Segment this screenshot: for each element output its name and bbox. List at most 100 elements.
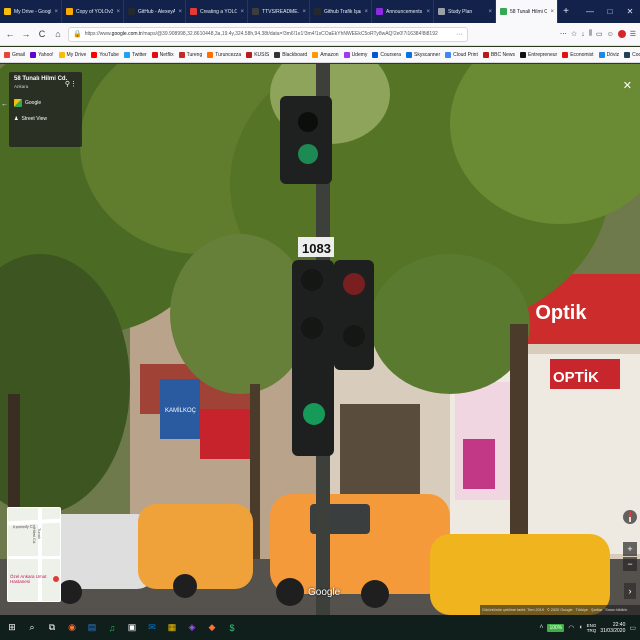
bookmark-item[interactable]: Udemy bbox=[343, 51, 367, 58]
forward-button[interactable]: → bbox=[20, 28, 32, 40]
taskbar-app-icon[interactable]: ⌕ bbox=[24, 620, 40, 636]
street-view-panorama[interactable]: KAMİLKOÇ ...a & Optik OPTİK 1083 58 Tuna… bbox=[0, 64, 640, 615]
tab-title: Github Trafik Işareti... bbox=[324, 8, 361, 15]
start-button[interactable]: ⊞ bbox=[4, 620, 20, 636]
taskbar-app-icon[interactable]: ▦ bbox=[164, 620, 180, 636]
bookmark-favicon-icon bbox=[58, 51, 65, 58]
bookmark-item[interactable]: Coursera bbox=[372, 51, 401, 58]
expand-arrow-icon[interactable]: › bbox=[624, 583, 636, 599]
bookmark-item[interactable]: Skyscanner bbox=[405, 51, 440, 58]
notification-icon[interactable]: ▭ bbox=[629, 624, 636, 632]
tab-title: Creating a YOLOv3 ... bbox=[200, 8, 237, 15]
bookmark-star-icon[interactable]: ☆ bbox=[571, 30, 577, 38]
more-options-icon[interactable]: ⋮ bbox=[70, 80, 77, 88]
bookmark-item[interactable]: My Drive bbox=[58, 51, 86, 58]
taskbar-app-icon[interactable]: $ bbox=[224, 620, 240, 636]
compass-icon[interactable] bbox=[623, 510, 637, 524]
account-icon[interactable]: ☺ bbox=[607, 31, 614, 38]
browser-tab[interactable]: My Drive - Google D...× bbox=[0, 0, 62, 23]
browser-tab[interactable]: Github Trafik Işareti...× bbox=[310, 0, 372, 23]
bookmark-item[interactable]: Entrepreneur bbox=[520, 51, 557, 58]
pocket-icon[interactable]: ⋯ bbox=[560, 30, 567, 38]
url-bar[interactable]: 🔒 https://www.google.com.tr/maps/@39.908… bbox=[68, 26, 468, 42]
browser-tab[interactable]: Announcements - E...× bbox=[372, 0, 434, 23]
bookmark-item[interactable]: Döviz bbox=[598, 51, 619, 58]
mini-map[interactable]: Kennedy Cd. Tunalı Hilmi Cd. Özel Ankara… bbox=[7, 507, 61, 602]
bookmark-item[interactable]: BBC News bbox=[482, 51, 515, 58]
tab-close-icon[interactable]: × bbox=[550, 9, 554, 15]
close-street-view-icon[interactable]: ✕ bbox=[623, 79, 632, 92]
taskbar-app-icon[interactable]: ◈ bbox=[184, 620, 200, 636]
tab-close-icon[interactable]: × bbox=[488, 9, 492, 15]
browser-tab[interactable]: Creating a YOLOv3 ...× bbox=[186, 0, 248, 23]
bookmark-item[interactable]: Twitter bbox=[123, 51, 147, 58]
bookmark-item[interactable]: Amazon bbox=[312, 51, 339, 58]
back-button[interactable]: ← bbox=[4, 28, 16, 40]
bookmark-item[interactable]: Turuncezza bbox=[207, 51, 241, 58]
battery-indicator[interactable]: 100% bbox=[547, 623, 565, 632]
tab-close-icon[interactable]: × bbox=[116, 9, 120, 15]
browser-tab[interactable]: Study Plan × bbox=[434, 0, 496, 23]
bookmark-item[interactable]: Cloud Print bbox=[445, 51, 478, 58]
browser-tab[interactable]: TTVS/README.md a...× bbox=[248, 0, 310, 23]
new-tab-button[interactable]: + bbox=[558, 0, 574, 23]
clock[interactable]: 22:40 31/03/2020 bbox=[600, 622, 625, 634]
bookmark-label: Tureng bbox=[186, 51, 203, 58]
browser-tab[interactable]: Copy of YOLOv3_Tu...× bbox=[62, 0, 124, 23]
bookmark-item[interactable]: Tureng bbox=[178, 51, 203, 58]
tab-close-icon[interactable]: × bbox=[54, 9, 58, 15]
report-link[interactable]: Sorun bildirin bbox=[605, 608, 627, 612]
panorama-image: KAMİLKOÇ ...a & Optik OPTİK 1083 bbox=[0, 64, 640, 615]
menu-icon[interactable]: ☰ bbox=[630, 30, 636, 38]
maximize-button[interactable]: □ bbox=[600, 0, 620, 23]
home-button[interactable]: ⌂ bbox=[52, 28, 64, 40]
bookmark-favicon-icon bbox=[178, 51, 185, 58]
extension-icon[interactable] bbox=[617, 30, 626, 38]
tab-favicon-icon bbox=[500, 8, 507, 15]
bookmark-item[interactable]: Codecademy bbox=[624, 51, 640, 58]
region-label[interactable]: Türkiye bbox=[576, 608, 588, 612]
tab-title: TTVS/README.md a... bbox=[262, 8, 299, 15]
taskbar-app-icon[interactable]: ▤ bbox=[84, 620, 100, 636]
back-to-map-icon[interactable]: ← bbox=[1, 101, 8, 108]
bookmarks-bar: Gmail Yahoo! My Drive YouTube Twitter Netflix… bbox=[0, 47, 640, 63]
bookmark-item[interactable]: KUSIS bbox=[246, 51, 269, 58]
bookmark-item[interactable]: Blackboard bbox=[274, 51, 307, 58]
zoom-in-button[interactable]: + bbox=[623, 542, 637, 556]
downloads-icon[interactable]: ↓ bbox=[581, 31, 585, 38]
taskbar-app-icon[interactable]: ♫ bbox=[104, 620, 120, 636]
sidebar-icon[interactable]: ▭ bbox=[596, 30, 603, 38]
hospital-pin-icon[interactable] bbox=[53, 576, 59, 582]
reload-button[interactable]: C bbox=[36, 28, 48, 40]
bookmark-item[interactable]: Yahoo! bbox=[30, 51, 54, 58]
taskbar-app-icon[interactable]: ◉ bbox=[64, 620, 80, 636]
close-window-button[interactable]: ✕ bbox=[620, 0, 640, 23]
wifi-icon[interactable]: ◠ bbox=[568, 624, 574, 632]
tab-close-icon[interactable]: × bbox=[426, 9, 430, 15]
minimize-button[interactable]: — bbox=[580, 0, 600, 23]
tab-favicon-icon bbox=[190, 8, 197, 15]
tab-close-icon[interactable]: × bbox=[364, 9, 368, 15]
library-icon[interactable]: ⫼ bbox=[589, 30, 592, 38]
tab-close-icon[interactable]: × bbox=[178, 9, 182, 15]
taskbar-app-icon[interactable]: ✉ bbox=[144, 620, 160, 636]
bookmark-item[interactable]: Netflix bbox=[151, 51, 174, 58]
volume-icon[interactable]: ◖ bbox=[578, 624, 582, 631]
page-actions-icon[interactable]: ··· bbox=[456, 31, 463, 38]
street-view-link[interactable]: ♟ Street View bbox=[14, 116, 77, 122]
bookmark-item[interactable]: YouTube bbox=[91, 51, 119, 58]
language-indicator[interactable]: ENG TRQ bbox=[587, 623, 597, 633]
tray-chevron-icon[interactable]: ˄ bbox=[539, 624, 543, 631]
taskbar-app-icon[interactable]: ⧉ bbox=[44, 620, 60, 636]
bookmark-item[interactable]: Economist bbox=[562, 51, 594, 58]
taskbar-app-icon[interactable]: ▣ bbox=[124, 620, 140, 636]
browser-tab[interactable]: GitHub - AlexeyAB/Yolo...× bbox=[124, 0, 186, 23]
tab-close-icon[interactable]: × bbox=[302, 9, 306, 15]
tab-close-icon[interactable]: × bbox=[240, 9, 244, 15]
browser-tab[interactable]: 58 Tunali Hilmi Cd...× bbox=[496, 0, 558, 23]
taskbar-app-icon[interactable]: ◆ bbox=[204, 620, 220, 636]
zoom-out-button[interactable]: − bbox=[623, 557, 637, 571]
bookmark-item[interactable]: Gmail bbox=[4, 51, 25, 58]
terms-link[interactable]: Şartlar bbox=[591, 608, 602, 612]
url-text[interactable]: https://www.google.com.tr/maps/@39.90899… bbox=[85, 31, 453, 37]
